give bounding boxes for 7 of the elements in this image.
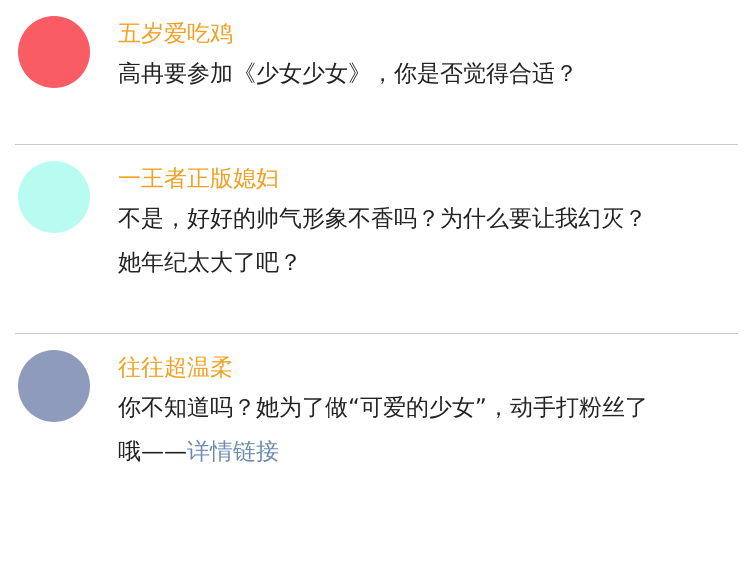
username: 往往超温柔 [118,354,233,383]
comment-text: 高冉要参加《少女少女》，你是否觉得合适？ [118,60,578,89]
detail-link[interactable]: 详情链接 [187,439,279,465]
username: 一王者正版媳妇 [118,165,279,194]
comment-text: 你不知道吗？她为了做“可爱的少女”，动手打粉丝了 哦——详情链接 [118,394,648,467]
comment-text: 不是，好好的帅气形象不香吗？为什么要让我幻灭？ 她年纪太大了吧？ [118,205,647,278]
username: 五岁爱吃鸡 [118,20,233,49]
